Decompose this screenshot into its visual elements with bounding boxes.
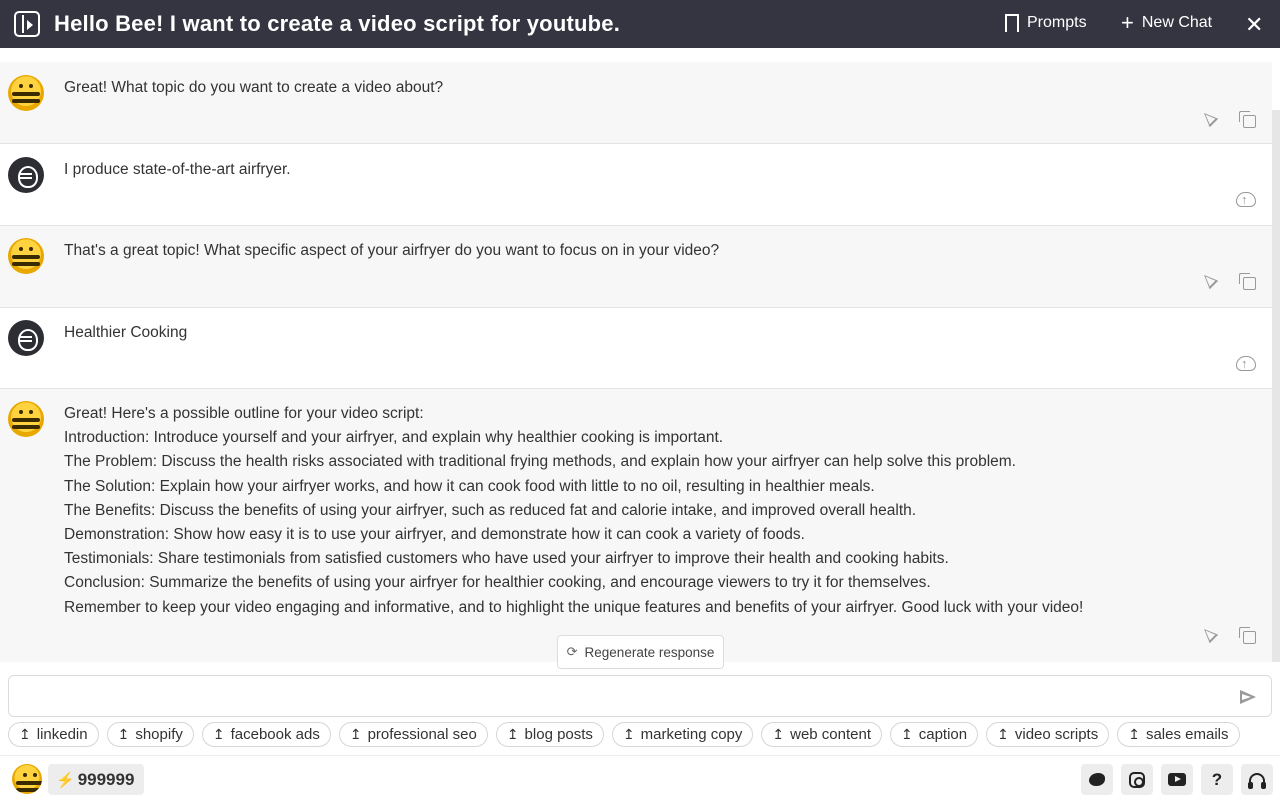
- instagram-icon: [1129, 771, 1145, 788]
- message-text: Great! What topic do you want to create …: [64, 79, 444, 96]
- chip-label: video scripts: [1014, 726, 1099, 743]
- message-line: The Problem: Discuss the health risks as…: [64, 453, 1016, 471]
- bolt-icon: ⚡: [56, 771, 75, 789]
- copy-icon[interactable]: [1238, 272, 1256, 290]
- message-input[interactable]: [9, 676, 1219, 716]
- chip-web-content[interactable]: ↥ web content: [761, 722, 883, 747]
- message-line: Conclusion: Summarize the benefits of us…: [64, 574, 931, 592]
- chip-label: shopify: [135, 726, 183, 743]
- page-title: Hello Bee! I want to create a video scri…: [54, 11, 621, 36]
- credits-value: 999999: [77, 769, 135, 789]
- arrow-icon: ↥: [997, 726, 1009, 742]
- copy-icon[interactable]: [1238, 626, 1256, 644]
- footer: ⚡ 999999 ?: [0, 755, 1280, 800]
- chip-professional-seo[interactable]: ↥ professional seo: [338, 722, 488, 747]
- prompts-label: Prompts: [1027, 14, 1087, 31]
- send-icon[interactable]: [1239, 687, 1257, 705]
- chip-sales-emails[interactable]: ↥ sales emails: [1117, 722, 1240, 747]
- chip-label: linkedin: [36, 726, 88, 743]
- arrow-icon: ↥: [772, 726, 785, 742]
- upload-icon[interactable]: [1236, 190, 1256, 208]
- chip-blog-posts[interactable]: ↥ blog posts: [495, 722, 604, 747]
- scrollbar[interactable]: [1272, 110, 1280, 662]
- arrow-icon: ↥: [349, 726, 362, 742]
- message-line: Testimonials: Share testimonials from sa…: [64, 550, 949, 568]
- arrow-icon: ↥: [1128, 726, 1140, 742]
- chip-label: blog posts: [524, 726, 593, 743]
- bot-message: That's a great topic! What specific aspe…: [0, 226, 1272, 308]
- chip-shopify[interactable]: ↥ shopify: [106, 722, 194, 747]
- arrow-icon: ↥: [19, 726, 31, 742]
- user-message: I produce state-of-the-art airfryer.: [0, 144, 1272, 226]
- upload-icon[interactable]: [1236, 354, 1256, 372]
- cursor-icon[interactable]: [1202, 110, 1220, 128]
- cursor-icon[interactable]: [1202, 626, 1220, 644]
- twitter-button[interactable]: [1081, 764, 1113, 795]
- plus-icon: +: [1121, 10, 1134, 35]
- message-input-box: [8, 675, 1272, 717]
- bee-icon: [8, 75, 44, 111]
- chip-label: web content: [790, 726, 872, 743]
- arrow-icon: ↥: [506, 726, 519, 742]
- message-line: Great! Here's a possible outline for you…: [64, 405, 424, 422]
- chip-facebook-ads[interactable]: ↥ facebook ads: [201, 722, 331, 747]
- chip-linkedin[interactable]: ↥ linkedin: [8, 722, 99, 747]
- message-line: The Solution: Explain how your airfryer …: [64, 477, 875, 495]
- refresh-icon: ⟳: [566, 644, 578, 659]
- message-line: Remember to keep your video engaging and…: [64, 598, 1084, 616]
- youtube-button[interactable]: [1161, 764, 1193, 795]
- new-chat-label: New Chat: [1141, 14, 1213, 31]
- instagram-button[interactable]: [1121, 764, 1153, 795]
- bee-icon: [8, 238, 44, 274]
- message-text: I produce state-of-the-art airfryer.: [64, 161, 291, 178]
- chip-label: marketing copy: [640, 726, 743, 743]
- prompts-button[interactable]: Prompts: [1005, 14, 1087, 36]
- message-line: Introduction: Introduce yourself and you…: [64, 429, 724, 447]
- chip-video-scripts[interactable]: ↥ video scripts: [986, 722, 1110, 747]
- message-text: That's a great topic! What specific aspe…: [64, 242, 720, 259]
- message-text: Healthier Cooking: [64, 324, 188, 341]
- bee-icon: [8, 401, 44, 437]
- bee-outline-icon: [8, 320, 44, 356]
- chip-caption[interactable]: ↥ caption: [890, 722, 979, 747]
- bee-icon: [12, 764, 42, 794]
- bee-outline-icon: [8, 157, 44, 193]
- new-chat-button[interactable]: + New Chat: [1121, 10, 1213, 35]
- support-button[interactable]: [1241, 764, 1273, 795]
- user-message: Healthier Cooking: [0, 308, 1272, 389]
- message-line: The Benefits: Discuss the benefits of us…: [64, 501, 917, 519]
- twitter-icon: [1089, 773, 1105, 786]
- chip-marketing-copy[interactable]: ↥ marketing copy: [611, 722, 754, 747]
- close-icon[interactable]: ✕: [1245, 12, 1263, 38]
- credits-badge: ⚡ 999999: [48, 764, 145, 795]
- prompt-chips: ↥ linkedin ↥ shopify ↥ facebook ads ↥ profes…: [8, 722, 1240, 748]
- chip-label: professional seo: [367, 726, 477, 743]
- bot-message: Great! Here's a possible outline for you…: [0, 389, 1272, 662]
- help-icon: ?: [1211, 769, 1223, 789]
- youtube-icon: [1168, 773, 1186, 786]
- bot-message: Great! What topic do you want to create …: [0, 62, 1272, 144]
- chip-label: sales emails: [1145, 726, 1229, 743]
- help-button[interactable]: ?: [1201, 764, 1233, 795]
- chat-header: Hello Bee! I want to create a video scri…: [0, 0, 1280, 48]
- message-line: Demonstration: Show how easy it is to us…: [64, 526, 805, 544]
- arrow-icon: ↥: [117, 726, 130, 742]
- sidebar-toggle-icon[interactable]: [14, 11, 40, 37]
- regenerate-button[interactable]: ⟳ Regenerate response: [557, 635, 724, 669]
- arrow-icon: ↥: [212, 726, 225, 742]
- bookmark-icon: [1005, 14, 1019, 36]
- chat-thread: Great! What topic do you want to create …: [0, 48, 1272, 662]
- headset-icon: [1248, 772, 1266, 789]
- chip-label: caption: [918, 726, 968, 743]
- chip-label: facebook ads: [230, 726, 320, 743]
- arrow-icon: ↥: [901, 726, 913, 742]
- cursor-icon[interactable]: [1202, 272, 1220, 290]
- regenerate-label: Regenerate response: [584, 644, 715, 660]
- arrow-icon: ↥: [622, 726, 635, 742]
- message-text: Great! Here's a possible outline for you…: [64, 402, 1083, 620]
- copy-icon[interactable]: [1238, 110, 1256, 128]
